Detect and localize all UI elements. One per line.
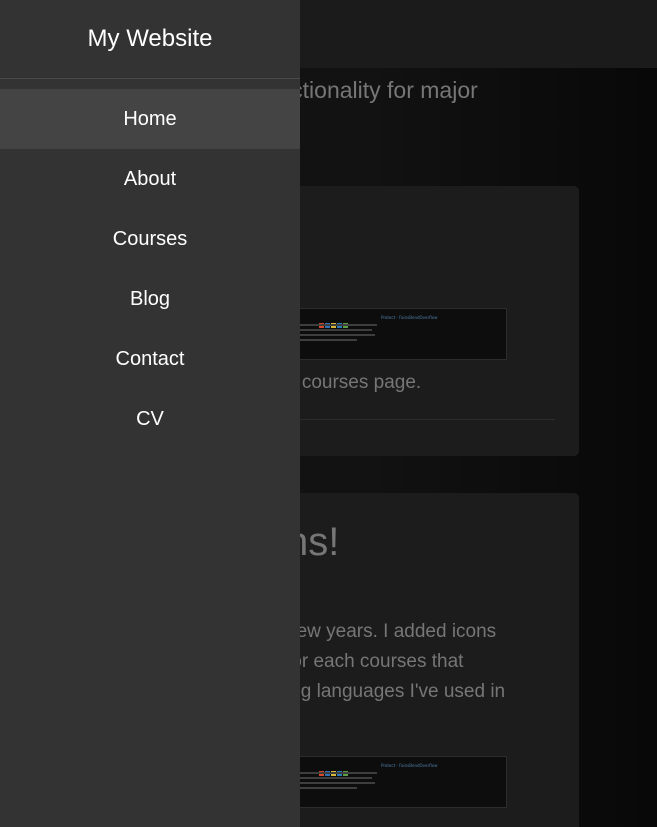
thumbnail-description (297, 324, 377, 344)
thumbnail-description (297, 772, 377, 792)
hero-line: lease (240, 110, 640, 150)
thumbnail-content: Protect - FainsBendOverflow (291, 761, 501, 801)
nav-drawer: My Website Home About Courses Blog Conta… (0, 0, 300, 827)
nav-item-courses[interactable]: Courses (0, 209, 300, 269)
hero-line: g functionality for major (240, 77, 478, 103)
nav-menu: Home About Courses Blog Contact CV (0, 89, 300, 449)
thumbnail-link: Protect - FainsBendOverflow (381, 763, 438, 768)
paragraph-line: ing languages I've used in (286, 681, 506, 702)
hero-text: g functionality for major lease (240, 70, 640, 150)
nav-item-home[interactable]: Home (0, 89, 300, 149)
thumbnail-link: Protect - FainsBendOverflow (381, 315, 438, 320)
page-viewport: g functionality for major lease Protect … (0, 0, 657, 827)
paragraph-line: new years. I added icons (286, 621, 497, 642)
nav-item-cv[interactable]: CV (0, 389, 300, 449)
card-text: e courses page. (286, 372, 422, 393)
card-paragraph: new years. I added icons for each course… (286, 617, 505, 707)
paragraph-line: for each courses that (286, 651, 464, 672)
nav-item-about[interactable]: About (0, 149, 300, 209)
thumbnail-content: Protect - FainsBendOverflow (291, 313, 501, 353)
nav-item-contact[interactable]: Contact (0, 329, 300, 389)
nav-item-blog[interactable]: Blog (0, 269, 300, 329)
site-title: My Website (0, 0, 300, 79)
